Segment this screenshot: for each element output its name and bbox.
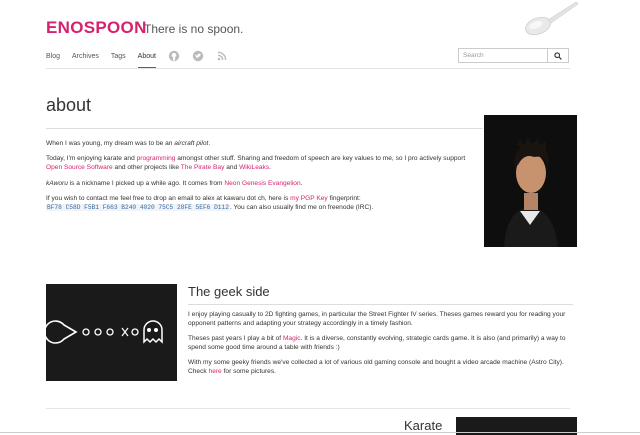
twitter-icon[interactable]	[192, 48, 204, 68]
pgp-fingerprint: BF78 C58D F5B1 F663 B240 4020 75C5 28FE …	[46, 204, 230, 211]
p2-text-mid: amongst other stuff. Sharing and freedom…	[175, 155, 466, 162]
search-box: Search	[458, 48, 569, 63]
p3-text: is a nickname I picked up a while ago. I…	[67, 180, 225, 187]
header-divider	[46, 68, 570, 69]
github-icon[interactable]	[168, 48, 180, 68]
section-divider	[46, 408, 570, 409]
about-paragraph-1: When I was young, my dream was to be an …	[46, 139, 476, 148]
geek-heading: The geek side	[188, 284, 270, 299]
window-bottom-edge	[0, 432, 640, 433]
search-input[interactable]: Search	[459, 49, 547, 62]
geek-divider	[188, 304, 573, 305]
spoon-logo-icon	[525, 1, 579, 36]
karate-heading: Karate	[404, 418, 443, 433]
p1-text: When I was young, my dream was to be an	[46, 140, 175, 147]
site-tagline: There is no spoon.	[144, 22, 244, 36]
title-divider	[46, 128, 483, 129]
pictures-link[interactable]: here	[209, 368, 222, 375]
site-brand[interactable]: ENOSPOON	[46, 18, 147, 38]
main-nav: Blog Archives Tags About	[46, 48, 240, 68]
geek-p3-end: for some pictures.	[221, 368, 276, 375]
open-source-link[interactable]: Open Source Software	[46, 164, 113, 171]
p1-end: .	[208, 140, 211, 147]
page-title: about	[46, 95, 92, 115]
about-paragraph-2: Today, I'm enjoying karate and programmi…	[46, 154, 476, 172]
p2-end: .	[269, 164, 271, 171]
evangelion-link[interactable]: Neon Genesis Evangelion	[224, 180, 300, 187]
programming-link[interactable]: programming	[137, 155, 176, 162]
search-button[interactable]	[547, 49, 568, 62]
geek-p2-text: Theses past years I play a bit of	[188, 335, 283, 342]
magic-link[interactable]: Magic	[283, 335, 301, 342]
p4-text: If you wish to contact me feel free to d…	[46, 195, 291, 202]
nav-blog[interactable]: Blog	[46, 48, 60, 67]
geek-paragraph-2: Theses past years I play a bit of Magic.…	[188, 334, 578, 352]
p4-tail: . You can also usually find me on freeno…	[229, 204, 374, 211]
portrait-photo	[484, 115, 577, 247]
nickname: kAworu	[46, 180, 68, 187]
nav-about[interactable]: About	[137, 48, 156, 68]
search-icon	[554, 51, 562, 60]
wikileaks-link[interactable]: WikiLeaks	[239, 164, 269, 171]
p4-text-post: fingerprint:	[327, 195, 361, 202]
p2-and: and	[224, 164, 240, 171]
about-paragraph-4: If you wish to contact me feel free to d…	[46, 194, 476, 212]
p1-em: aircraft pilot	[174, 140, 209, 147]
pirate-bay-link[interactable]: The Pirate Bay	[181, 164, 225, 171]
about-paragraph-3: kAworu is a nickname I picked up a while…	[46, 179, 476, 188]
nav-archives[interactable]: Archives	[72, 48, 99, 67]
geek-paragraph-3: With my some geeky friends we've collect…	[188, 358, 578, 376]
pacman-ghost-image	[43, 284, 177, 381]
nav-tags[interactable]: Tags	[111, 48, 126, 67]
p2-text-mid2: and other projects like	[112, 164, 181, 171]
p3-end: .	[300, 180, 303, 187]
pgp-key-link[interactable]: my PGP Key	[290, 195, 328, 202]
geek-paragraph-1: I enjoy playing casually to 2D fighting …	[188, 311, 566, 327]
rss-icon[interactable]	[216, 48, 228, 68]
p2-text: Today, I'm enjoying karate and	[46, 155, 137, 162]
